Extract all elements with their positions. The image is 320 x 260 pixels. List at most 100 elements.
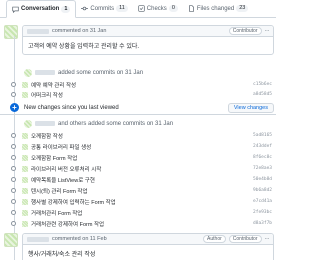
contributor-badge: Contributor xyxy=(228,235,262,243)
plus-icon: + xyxy=(10,103,19,112)
commit-sha[interactable]: d8a3f7b xyxy=(253,221,272,226)
commit-message[interactable]: 행사별 강제하여 입력하는 Form 작업 xyxy=(31,198,253,206)
commit-message[interactable]: 오께함함 Form 작업 xyxy=(31,154,253,162)
commit-message[interactable]: 라이브러리 버전 오류처리 시작 xyxy=(31,165,253,173)
commit-node-icon xyxy=(11,92,16,97)
divider xyxy=(0,114,276,115)
comment-body: 행사/거래처/숙소 관리 작성 xyxy=(28,252,96,258)
commit-sha[interactable]: 8f6ec8c xyxy=(253,155,272,160)
commit-node-icon xyxy=(11,166,16,171)
tab-label: Checks xyxy=(146,5,167,12)
avatar[interactable] xyxy=(22,91,28,98)
commit-sha[interactable]: 5ad8165 xyxy=(253,133,272,138)
commit-node-icon xyxy=(11,177,16,182)
author-name-redacted[interactable] xyxy=(27,236,49,242)
timeline-event: added some commits on 31 Jan xyxy=(24,68,143,77)
comment-header: commented on 31 Jan Contributor ··· xyxy=(23,26,273,37)
tab-commits[interactable]: Commits 11 xyxy=(76,0,132,18)
commit-node-icon xyxy=(11,133,16,138)
commit-row: 행사별 강제하여 입력하는 Form 작업 e7cd41a xyxy=(11,197,274,206)
comment-body: 고객의 예약 상황을 입력하고 관리할 수 있다. xyxy=(28,44,140,50)
commit-icon xyxy=(81,6,89,11)
commit-node-icon xyxy=(11,221,16,226)
avatar[interactable] xyxy=(22,187,28,194)
comment-icon xyxy=(12,6,19,13)
event-text: and others added some commits on 31 Jan xyxy=(58,120,174,127)
tab-counter: 11 xyxy=(116,5,128,12)
commit-sha[interactable]: e7cd41a xyxy=(253,199,272,204)
commit-message[interactable]: 예약 예약 관리 작성 xyxy=(31,81,253,89)
checks-icon xyxy=(138,5,145,12)
tab-checks[interactable]: Checks 0 xyxy=(133,0,183,18)
avatar[interactable] xyxy=(22,209,28,216)
commit-sha[interactable]: 72e8ae3 xyxy=(253,166,272,171)
author-name-redacted[interactable] xyxy=(35,70,55,75)
commit-row: 예약목록을 ListView로 구현 50e4b8d xyxy=(11,175,274,184)
commit-message[interactable]: 공통 라이브러리 파일 생성 xyxy=(31,143,253,151)
comment-date[interactable]: commented on 31 Jan xyxy=(52,28,106,34)
commit-row: 공통 라이브러리 파일 생성 243ddef xyxy=(11,142,274,151)
commit-sha[interactable]: c15b6ec xyxy=(253,82,272,87)
avatar[interactable] xyxy=(4,233,18,247)
tab-files-changed[interactable]: Files changed 23 xyxy=(183,0,253,18)
avatar[interactable] xyxy=(22,198,28,205)
commit-row: 오께함함 Form 작업 8f6ec8c xyxy=(11,153,274,162)
commit-row: 텐시(퇴) 관리 Form 작업 9b6a8d2 xyxy=(11,186,274,195)
commit-row: 예약 예약 관리 작성 c15b6ec xyxy=(11,80,274,89)
commit-node-icon xyxy=(11,199,16,204)
commit-node-icon xyxy=(11,82,16,87)
new-changes-label: New changes since you last viewed xyxy=(24,104,119,111)
commit-message[interactable]: 오께함함 작성 xyxy=(31,132,253,140)
comment: commented on 11 Feb Author Contributor ·… xyxy=(22,233,274,260)
commit-message[interactable]: 어떠크리 작성 xyxy=(31,91,253,99)
commit-sha[interactable]: 2fe93bc xyxy=(253,210,272,215)
commit-message[interactable]: 텐시(퇴) 관리 Form 작업 xyxy=(31,187,253,195)
tab-label: Files changed xyxy=(196,5,235,12)
commit-row: 어떠크리 작성 a8d58d5 xyxy=(11,90,274,99)
commit-sha[interactable]: 9b6a8d2 xyxy=(253,188,272,193)
avatar[interactable] xyxy=(22,220,28,227)
author-badge: Author xyxy=(203,235,226,243)
commit-message[interactable]: 거래처관리 Form 작업 xyxy=(31,209,253,217)
comment-date[interactable]: commented on 11 Feb xyxy=(52,236,107,242)
more-options-icon[interactable]: ··· xyxy=(265,28,270,34)
commit-node-icon xyxy=(11,188,16,193)
commit-message[interactable]: 예약목록을 ListView로 구현 xyxy=(31,176,253,184)
tab-counter: 1 xyxy=(61,5,71,13)
avatar[interactable] xyxy=(22,154,28,161)
tab-label: Conversation xyxy=(21,6,60,12)
avatar[interactable] xyxy=(22,81,28,88)
comment-header: commented on 11 Feb Author Contributor ·… xyxy=(23,234,273,245)
tab-counter: 0 xyxy=(168,5,178,12)
commit-message[interactable]: 거래처관련 강제하여 Form 작업 xyxy=(31,220,253,228)
pr-tabs: Conversation 1 Commits 11 Checks 0 Files… xyxy=(0,0,276,18)
avatar[interactable] xyxy=(24,119,32,128)
author-name-redacted[interactable] xyxy=(35,121,55,126)
new-changes-banner: + New changes since you last viewed View… xyxy=(6,101,274,114)
commit-row: 라이브러리 버전 오류처리 시작 72e8ae3 xyxy=(11,164,274,173)
comment: commented on 31 Jan Contributor ··· 고객의 … xyxy=(22,25,274,55)
tab-counter: 23 xyxy=(236,5,249,12)
author-name-redacted[interactable] xyxy=(27,28,49,34)
commit-row: 오께함함 작성 5ad8165 xyxy=(11,131,274,140)
contributor-badge: Contributor xyxy=(228,27,262,35)
avatar[interactable] xyxy=(4,25,18,39)
tab-conversation[interactable]: Conversation 1 xyxy=(6,0,77,18)
commit-node-icon xyxy=(11,210,16,215)
file-diff-icon xyxy=(188,5,194,12)
commit-node-icon xyxy=(11,155,16,160)
commit-row: 거래처관리 Form 작업 2fe93bc xyxy=(11,208,274,217)
commit-row: 거래처관련 강제하여 Form 작업 d8a3f7b xyxy=(11,219,274,228)
avatar[interactable] xyxy=(22,143,28,150)
avatar[interactable] xyxy=(22,176,28,183)
event-text: added some commits on 31 Jan xyxy=(58,69,144,76)
commit-sha[interactable]: 243ddef xyxy=(253,144,272,149)
commit-sha[interactable]: a8d58d5 xyxy=(253,92,272,97)
timeline-event: and others added some commits on 31 Jan xyxy=(24,119,173,128)
view-changes-button[interactable]: View changes xyxy=(227,102,274,113)
commit-sha[interactable]: 50e4b8d xyxy=(253,177,272,182)
avatar[interactable] xyxy=(24,68,32,77)
avatar[interactable] xyxy=(22,132,28,139)
more-options-icon[interactable]: ··· xyxy=(265,236,270,242)
avatar[interactable] xyxy=(22,165,28,172)
